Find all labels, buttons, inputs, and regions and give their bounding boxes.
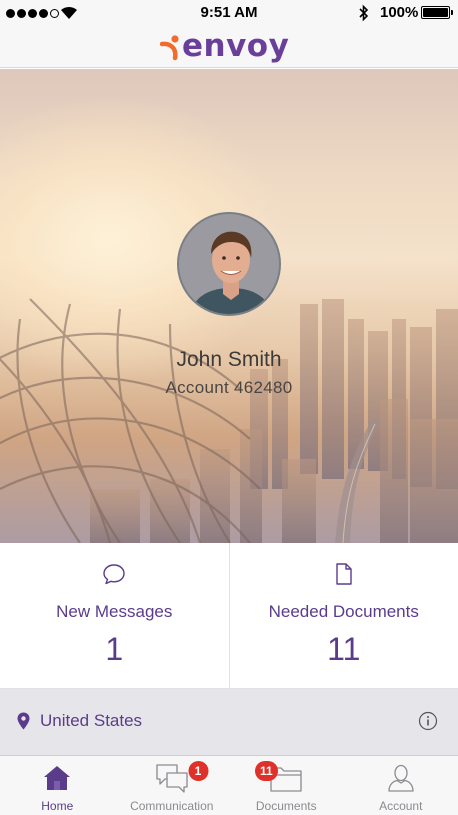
bluetooth-icon (359, 4, 369, 22)
communication-badge: 1 (188, 761, 208, 781)
battery-icon (421, 6, 453, 19)
account-number: Account 462480 (165, 378, 293, 397)
document-icon (336, 563, 352, 585)
tab-account-label: Account (379, 799, 423, 813)
location-bar[interactable]: United States (0, 689, 458, 755)
user-avatar[interactable] (177, 212, 281, 316)
profile-hero: John Smith Account 462480 (0, 69, 458, 543)
app-header: envoy (0, 26, 458, 68)
chat-bubble-icon (103, 564, 125, 585)
tab-bar: Home 1 Communication 11 Documents Accoun… (0, 755, 458, 815)
tab-communication[interactable]: 1 Communication (115, 756, 230, 815)
envoy-logo: envoy (160, 26, 289, 66)
needed-documents-label: Needed Documents (268, 602, 419, 621)
tab-documents-label: Documents (255, 799, 317, 813)
needed-documents-count: 11 (327, 631, 361, 667)
stats-panel: New Messages 1 Needed Documents 11 (0, 543, 458, 689)
tab-documents[interactable]: 11 Documents (229, 756, 344, 815)
battery-percentage: 100% (380, 4, 419, 21)
logo-mark-icon (160, 35, 179, 61)
location-pin-icon (17, 712, 30, 730)
status-bar: 9:51 AM 100% (0, 0, 458, 26)
new-messages-card[interactable]: New Messages 1 (0, 543, 229, 688)
person-icon (388, 764, 414, 792)
needed-documents-card[interactable]: Needed Documents 11 (228, 543, 458, 688)
tab-home-label: Home (41, 799, 74, 813)
location-country: United States (40, 711, 143, 730)
user-name: John Smith (176, 348, 282, 371)
info-icon[interactable] (418, 711, 438, 731)
tab-account[interactable]: Account (344, 756, 458, 815)
chat-bubbles-icon (156, 764, 188, 793)
user-portrait (179, 214, 279, 314)
home-icon (44, 766, 71, 790)
new-messages-label: New Messages (56, 602, 173, 621)
tab-communication-label: Communication (130, 799, 214, 813)
documents-badge: 11 (255, 761, 278, 781)
brand-name: envoy (182, 28, 290, 64)
new-messages-count: 1 (105, 631, 124, 667)
tab-home[interactable]: Home (0, 756, 115, 815)
